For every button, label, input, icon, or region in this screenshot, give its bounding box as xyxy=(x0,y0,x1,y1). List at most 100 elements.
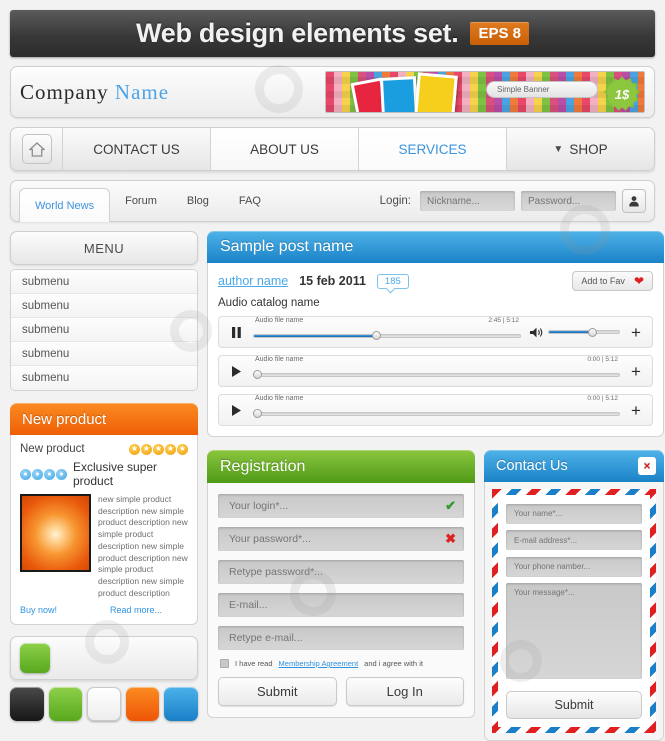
track-progress-area: Audio file name 2:45 | 5:12 xyxy=(253,317,521,340)
play-button[interactable] xyxy=(228,365,244,377)
new-product-body: New product ★ ★ ★ ★ ★ ● ● ● ● Exclusive … xyxy=(10,435,198,626)
password-input[interactable] xyxy=(218,527,464,551)
read-more-link[interactable]: Read more... xyxy=(110,605,162,615)
add-to-fav-button[interactable]: Add to Fav ❤ xyxy=(572,271,653,291)
star-icon: ★ xyxy=(165,443,176,455)
contact-phone-input[interactable] xyxy=(506,556,642,577)
contact-message-textarea[interactable] xyxy=(506,582,642,679)
retype-password-input[interactable] xyxy=(218,560,464,584)
retype-email-input[interactable] xyxy=(218,626,464,650)
airmail-frame: Submit xyxy=(492,489,656,733)
dot-icon: ● xyxy=(56,468,67,480)
audio-file-name: Audio file name xyxy=(255,394,304,402)
submenu-item[interactable]: submenu xyxy=(11,294,197,318)
nav-item-about-us[interactable]: ABOUT US xyxy=(211,128,359,170)
agreement-post-text: and i agree with it xyxy=(364,659,423,668)
nickname-input[interactable] xyxy=(420,191,515,211)
bottom-panels: Registration ✔ ✖ xyxy=(207,450,664,741)
valid-check-icon: ✔ xyxy=(445,498,456,513)
submenu-item[interactable]: submenu xyxy=(11,270,197,294)
new-product-header: New product xyxy=(10,403,198,435)
nav-item-contact-us[interactable]: CONTACT US xyxy=(63,128,211,170)
product-description: new simple product description new simpl… xyxy=(98,494,188,598)
submit-button[interactable]: Submit xyxy=(218,677,337,706)
right-content: Sample post name author name 15 feb 2011… xyxy=(207,231,664,741)
post-author-link[interactable]: author name xyxy=(218,274,288,288)
volume-knob[interactable] xyxy=(587,327,597,337)
login-input[interactable] xyxy=(218,494,464,518)
color-swatch-green[interactable] xyxy=(48,687,83,722)
submenu-item[interactable]: submenu xyxy=(11,342,197,366)
pause-button[interactable] xyxy=(228,326,244,338)
comment-count-badge[interactable]: 185 xyxy=(376,273,409,289)
play-icon xyxy=(231,404,241,416)
submenu-list: submenu submenu submenu submenu submenu xyxy=(10,269,198,391)
audio-time: 2:45 | 5:12 xyxy=(488,316,519,324)
progress-knob[interactable] xyxy=(253,370,262,379)
add-track-button[interactable]: + xyxy=(629,363,643,380)
track-progress-area: Audio file name 0:00 | 5:12 xyxy=(253,395,620,418)
color-swatch-green-large[interactable] xyxy=(20,643,50,674)
buy-now-link[interactable]: Buy now! xyxy=(20,605,57,615)
play-button[interactable] xyxy=(228,404,244,416)
nav-label: ABOUT US xyxy=(250,141,319,157)
color-swatch-orange[interactable] xyxy=(125,687,160,722)
secondary-tab-bar: World News Forum Blog FAQ Login: xyxy=(10,180,655,222)
submenu-item[interactable]: submenu xyxy=(11,318,197,342)
nav-item-services[interactable]: SERVICES xyxy=(359,128,507,170)
post-body: author name 15 feb 2011 185 Add to Fav ❤… xyxy=(207,263,664,437)
post-header: Sample post name xyxy=(207,231,664,263)
company-name-part2: Name xyxy=(114,79,170,104)
color-swatch-white[interactable] xyxy=(87,687,121,722)
color-swatch-blue[interactable] xyxy=(164,687,198,722)
contact-header: Contact Us × xyxy=(484,450,664,482)
tab-world-news[interactable]: World News xyxy=(19,188,111,222)
close-icon[interactable]: × xyxy=(638,457,656,475)
home-button[interactable] xyxy=(21,134,52,164)
price-burst-icon: 1$ xyxy=(604,76,640,111)
agreement-checkbox[interactable] xyxy=(220,659,229,668)
user-account-button[interactable] xyxy=(622,189,646,213)
nav-item-shop[interactable]: ▼ SHOP xyxy=(507,128,654,170)
audio-file-name: Audio file name xyxy=(255,355,304,363)
password-input[interactable] xyxy=(521,191,616,211)
tab-forum[interactable]: Forum xyxy=(110,184,172,218)
tab-label: World News xyxy=(35,199,95,212)
tab-faq[interactable]: FAQ xyxy=(224,184,276,218)
contact-name-input[interactable] xyxy=(506,503,642,524)
photo-card-yellow xyxy=(414,72,458,112)
new-product-panel: New product New product ★ ★ ★ ★ ★ ● ● ● … xyxy=(10,403,198,626)
progress-slider[interactable] xyxy=(253,370,620,379)
add-track-button[interactable]: + xyxy=(629,402,643,419)
login-label: Login: xyxy=(379,195,411,207)
volume-slider[interactable] xyxy=(548,327,620,337)
color-swatch-black[interactable] xyxy=(10,687,44,722)
menu-header: MENU xyxy=(10,231,198,265)
membership-agreement-link[interactable]: Membership Agreement xyxy=(279,659,359,668)
audio-file-name: Audio file name xyxy=(255,316,304,324)
rating-stars: ★ ★ ★ ★ ★ xyxy=(129,443,188,455)
login-button[interactable]: Log In xyxy=(345,677,464,706)
add-track-button[interactable]: + xyxy=(629,324,643,341)
dot-icon: ● xyxy=(32,468,43,480)
speaker-icon[interactable] xyxy=(530,327,543,338)
banner-label: Simple Banner xyxy=(486,81,598,98)
chevron-down-icon: ▼ xyxy=(553,143,564,155)
company-name-part1: Company xyxy=(20,79,109,104)
progress-slider[interactable] xyxy=(253,409,620,418)
page-root: Web design elements set. EPS 8 Company N… xyxy=(0,10,665,741)
progress-knob[interactable] xyxy=(371,331,381,340)
simple-banner[interactable]: Simple Banner 1$ xyxy=(325,71,645,113)
product-image xyxy=(20,494,91,572)
tab-blog[interactable]: Blog xyxy=(172,184,224,218)
contact-submit-button[interactable]: Submit xyxy=(506,690,642,719)
contact-email-input[interactable] xyxy=(506,530,642,550)
color-preview-box xyxy=(10,636,198,681)
submenu-item[interactable]: submenu xyxy=(11,366,197,390)
audio-time: 0:00 | 5:12 xyxy=(587,355,618,363)
progress-slider[interactable] xyxy=(253,331,521,340)
progress-knob[interactable] xyxy=(253,409,262,418)
email-input[interactable] xyxy=(218,593,464,617)
contact-title: Contact Us xyxy=(496,458,568,474)
new-product-title-row: New product ★ ★ ★ ★ ★ xyxy=(20,443,188,455)
